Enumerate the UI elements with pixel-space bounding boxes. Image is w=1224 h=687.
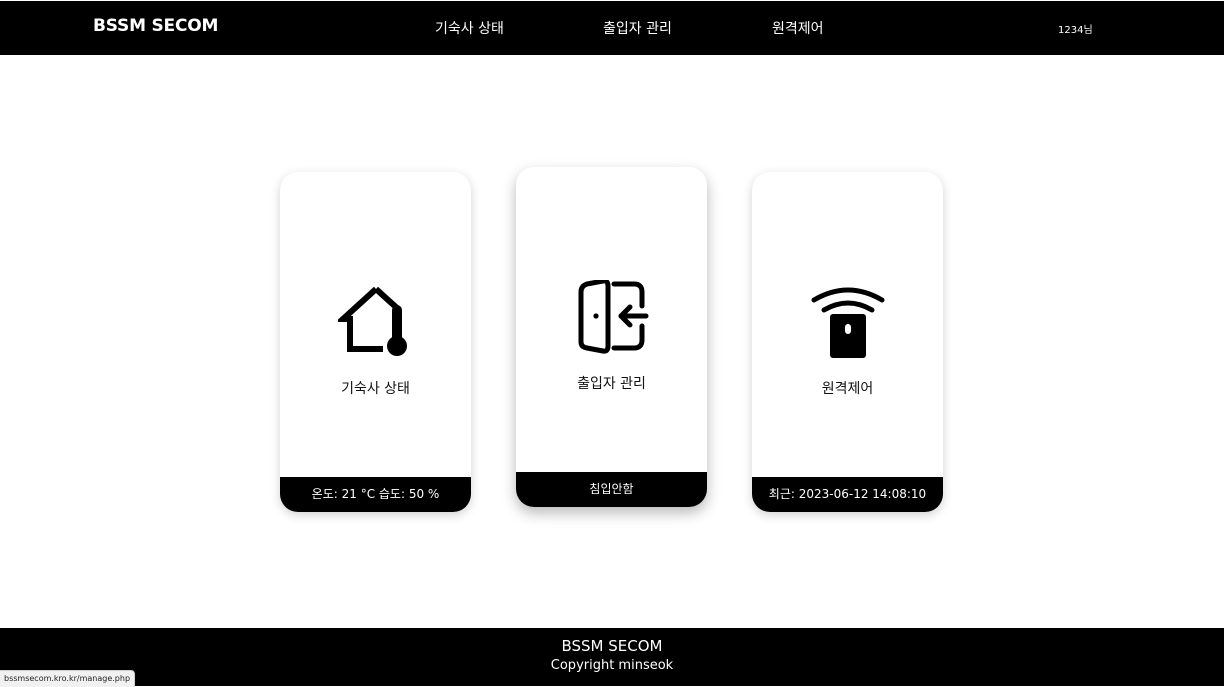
top-nav-bar: BSSM SECOM 기숙사 상태 출입자 관리 원격제어 1234님 <box>0 1 1224 55</box>
card-remote-control[interactable]: 원격제어 최근: 2023-06-12 14:08:10 <box>752 172 943 512</box>
remote-control-icon <box>810 286 886 360</box>
card-access-management[interactable]: 출입자 관리 침입안함 <box>516 167 707 507</box>
link-status-url: bssmsecom.kro.kr/manage.php <box>0 670 136 687</box>
user-name[interactable]: 1234님 <box>1058 21 1093 36</box>
card-dorm-status[interactable]: 기숙사 상태 온도: 21 °C 습도: 50 % <box>280 172 471 512</box>
card-title: 출입자 관리 <box>577 376 646 392</box>
nav-dorm-status[interactable]: 기숙사 상태 <box>435 18 504 38</box>
nav-access-management[interactable]: 출입자 관리 <box>603 18 672 38</box>
page-footer: BSSM SECOM Copyright minseok <box>0 628 1224 686</box>
card-title: 원격제어 <box>821 381 874 397</box>
last-control-time: 최근: 2023-06-12 14:08:10 <box>752 477 943 512</box>
card-title: 기숙사 상태 <box>341 381 410 397</box>
dorm-status-readout: 온도: 21 °C 습도: 50 % <box>280 477 471 512</box>
intrusion-status: 침입안함 <box>516 472 707 507</box>
logo-link[interactable]: BSSM SECOM <box>93 16 218 36</box>
footer-copyright: Copyright minseok <box>550 658 674 673</box>
nav-remote-control[interactable]: 원격제어 <box>772 18 824 38</box>
footer-title: BSSM SECOM <box>561 637 663 655</box>
door-enter-icon <box>574 278 650 354</box>
house-thermometer-icon <box>334 286 414 360</box>
